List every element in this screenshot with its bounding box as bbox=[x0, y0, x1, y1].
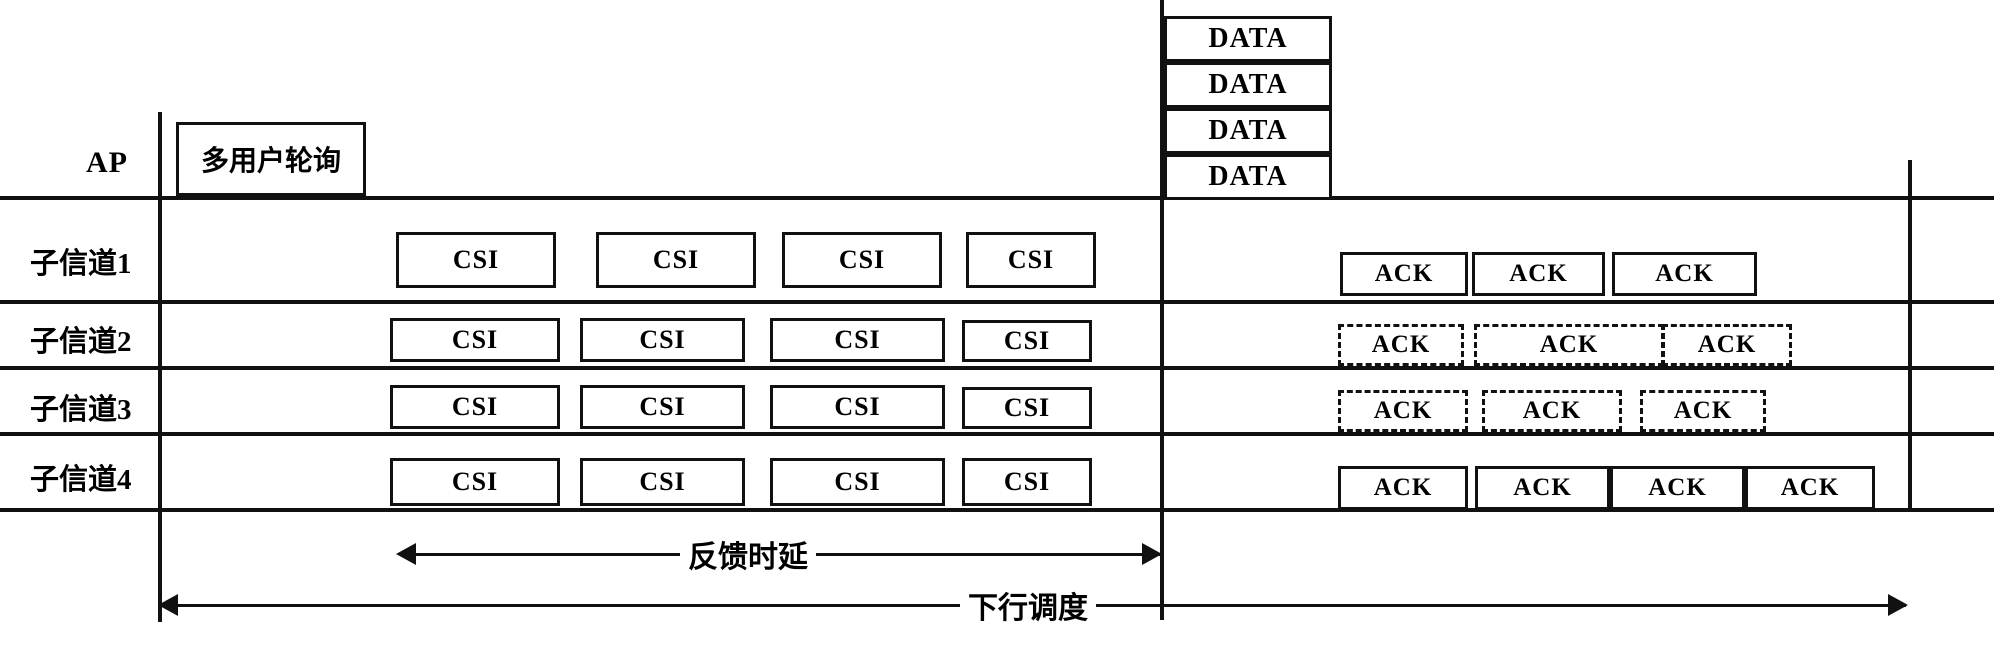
csi-frame: CSI bbox=[390, 385, 560, 429]
ack-frame: ACK bbox=[1745, 466, 1875, 510]
ack-frame: ACK bbox=[1612, 252, 1757, 296]
timeline-start-marker bbox=[158, 112, 162, 622]
data-frame-3: DATA bbox=[1164, 108, 1332, 154]
row-label-sub2: 子信道2 bbox=[30, 326, 132, 358]
ack-frame: ACK bbox=[1338, 390, 1468, 432]
csi-frame: CSI bbox=[770, 458, 945, 506]
data-frame-1: DATA bbox=[1164, 16, 1332, 62]
ack-frame: ACK bbox=[1338, 466, 1468, 510]
ack-frame: ACK bbox=[1475, 466, 1610, 510]
ack-frame: ACK bbox=[1482, 390, 1622, 432]
poll-frame: 多用户轮询 bbox=[176, 122, 366, 196]
csi-frame: CSI bbox=[580, 458, 745, 506]
csi-frame: CSI bbox=[966, 232, 1096, 288]
downlink-schedule-arrow-left bbox=[158, 594, 178, 616]
ack-frame: ACK bbox=[1472, 252, 1605, 296]
ack-frame: ACK bbox=[1610, 466, 1745, 510]
timeline-rule-ap bbox=[0, 196, 1994, 200]
timeline-rule-sub2 bbox=[0, 366, 1994, 370]
timeline-rule-sub1 bbox=[0, 300, 1994, 304]
csi-frame: CSI bbox=[962, 320, 1092, 362]
csi-frame: CSI bbox=[596, 232, 756, 288]
ack-frame: ACK bbox=[1640, 390, 1766, 432]
data-frame-2: DATA bbox=[1164, 62, 1332, 108]
feedback-delay-label: 反馈时延 bbox=[680, 532, 816, 576]
row-label-sub3: 子信道3 bbox=[30, 394, 132, 426]
feedback-delay-arrow-left bbox=[396, 543, 416, 565]
data-frame-4: DATA bbox=[1164, 154, 1332, 200]
csi-frame: CSI bbox=[390, 458, 560, 506]
timeline-end-marker bbox=[1908, 160, 1912, 510]
downlink-schedule-label: 下行调度 bbox=[960, 583, 1096, 627]
csi-frame: CSI bbox=[770, 385, 945, 429]
ack-frame: ACK bbox=[1338, 324, 1464, 366]
csi-frame: CSI bbox=[580, 385, 745, 429]
row-label-sub4: 子信道4 bbox=[30, 464, 132, 496]
row-label-ap: AP bbox=[86, 146, 128, 179]
timing-diagram: AP 子信道1 子信道2 子信道3 子信道4 多用户轮询 DATA DATA D… bbox=[0, 0, 1994, 650]
csi-frame: CSI bbox=[962, 458, 1092, 506]
ack-frame: ACK bbox=[1662, 324, 1792, 366]
csi-frame: CSI bbox=[396, 232, 556, 288]
csi-frame: CSI bbox=[580, 318, 745, 362]
downlink-schedule-arrow-right bbox=[1888, 594, 1908, 616]
csi-frame: CSI bbox=[962, 387, 1092, 429]
csi-frame: CSI bbox=[390, 318, 560, 362]
ack-frame: ACK bbox=[1340, 252, 1468, 296]
ack-frame: ACK bbox=[1474, 324, 1664, 366]
csi-frame: CSI bbox=[782, 232, 942, 288]
feedback-delay-arrow-right bbox=[1142, 543, 1162, 565]
csi-frame: CSI bbox=[770, 318, 945, 362]
timeline-rule-sub3 bbox=[0, 432, 1994, 436]
row-label-sub1: 子信道1 bbox=[30, 248, 132, 280]
